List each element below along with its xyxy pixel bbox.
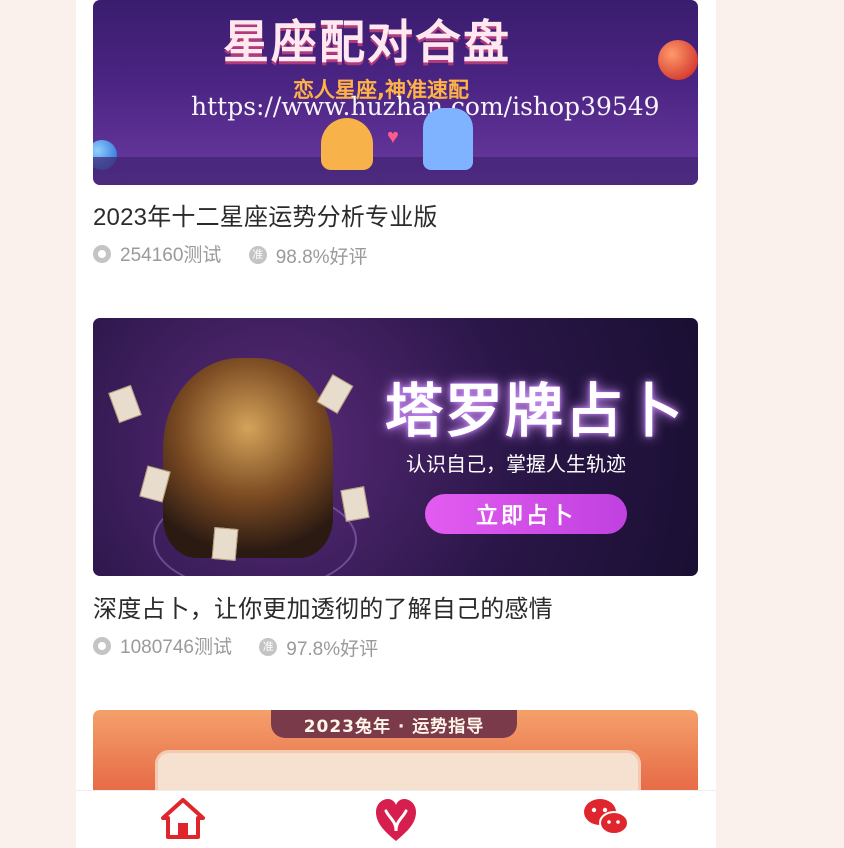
- accuracy-badge-icon: 准: [248, 246, 267, 264]
- rating-text: 97.8%好评: [286, 638, 379, 660]
- wechat-icon: [584, 799, 629, 835]
- test-card-horoscope[interactable]: ★ 星座配对合盘 恋人星座,神准速配 https://www.huzhan.co…: [93, 0, 698, 268]
- banner-headline: 塔罗牌占卜: [385, 377, 686, 445]
- eye-icon: [93, 244, 111, 263]
- test-count-text: 254160测试: [120, 245, 222, 266]
- tab-center[interactable]: [366, 797, 426, 847]
- tarot-banner[interactable]: 塔罗牌占卜 认识自己，掌握人生轨迹 立即占卜: [93, 318, 698, 576]
- couple-illustration: [423, 108, 473, 170]
- eye-icon: [93, 636, 111, 655]
- heart-icon: ♥: [387, 126, 399, 148]
- test-card-tarot[interactable]: 塔罗牌占卜 认识自己，掌握人生轨迹 立即占卜 深度占卜，让你更加透彻的了解自己的…: [93, 318, 698, 660]
- horoscope-banner[interactable]: ★ 星座配对合盘 恋人星座,神准速配 https://www.huzhan.co…: [93, 0, 698, 185]
- test-count: 1080746测试: [93, 632, 232, 659]
- test-count-text: 1080746测试: [120, 637, 232, 658]
- rating-text: 98.8%好评: [275, 246, 368, 268]
- planet-icon: [658, 40, 698, 80]
- content-column: ★ 星座配对合盘 恋人星座,神准速配 https://www.huzhan.co…: [76, 0, 716, 848]
- tarot-card-icon: [340, 486, 370, 522]
- tab-home[interactable]: [153, 797, 213, 847]
- heart-logo-icon: [376, 799, 416, 841]
- test-count: 254160测试: [93, 240, 221, 267]
- couple-illustration: [321, 118, 373, 170]
- rating: 准 98.8%好评: [248, 242, 368, 269]
- card-meta: 1080746测试 准 97.8%好评: [93, 632, 400, 661]
- card-title[interactable]: 深度占卜，让你更加透彻的了解自己的感情: [93, 589, 553, 624]
- card-title[interactable]: 2023年十二星座运势分析专业版: [93, 197, 438, 232]
- bottom-tab-bar: [76, 790, 716, 848]
- tab-wechat[interactable]: [576, 797, 636, 847]
- card-meta: 254160测试 准 98.8%好评: [93, 240, 390, 269]
- divine-now-button[interactable]: 立即占卜: [425, 494, 627, 534]
- rating: 准 97.8%好评: [259, 634, 378, 661]
- home-icon: [161, 798, 205, 839]
- fortune-teller-illustration: [163, 358, 333, 558]
- tarot-card-icon: [211, 527, 239, 561]
- accuracy-badge-icon: 准: [259, 638, 278, 656]
- banner-ribbon: 2023兔年 · 运势指导: [271, 710, 517, 738]
- banner-subline: 认识自己，掌握人生轨迹: [406, 452, 626, 476]
- banner-headline: 星座配对合盘: [223, 15, 511, 69]
- tarot-card-icon: [108, 384, 142, 424]
- banner-ground: [93, 157, 698, 185]
